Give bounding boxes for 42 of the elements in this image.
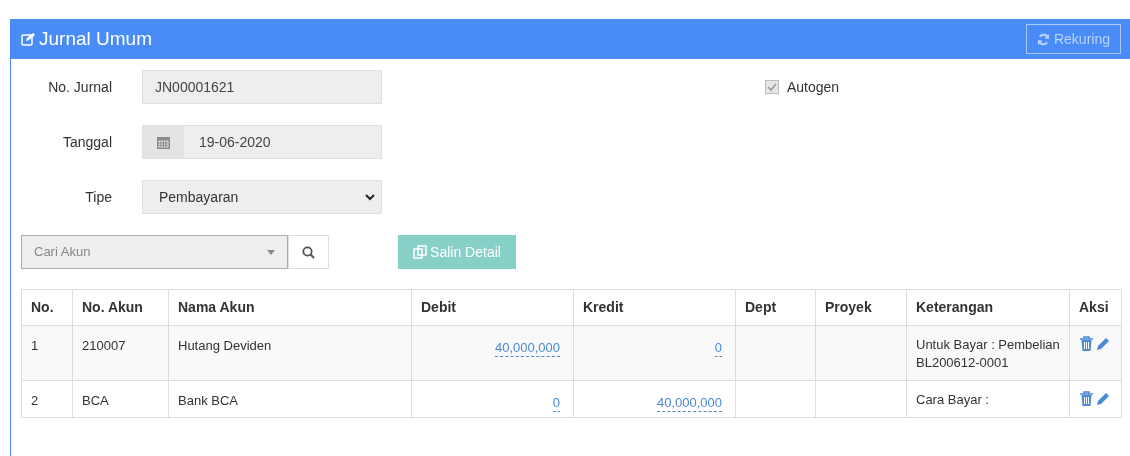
field-label: No. Jurnal — [47, 77, 112, 97]
column-header: No. — [21, 289, 73, 326]
column-header: Keterangan — [906, 289, 1070, 326]
table-cell: Hutang Deviden — [168, 325, 412, 381]
autogen-label: Autogen — [787, 77, 840, 97]
column-header: No. Akun — [72, 289, 169, 326]
field-label: Tanggal — [61, 132, 112, 152]
column-header: Proyek — [815, 289, 907, 326]
type-select[interactable]: Pembayaran — [142, 180, 382, 214]
credit-amount-link[interactable]: 40,000,000 — [656, 395, 722, 412]
edit-icon[interactable] — [1096, 391, 1111, 406]
table-cell: Cara Bayar : — [906, 380, 1070, 418]
column-header: Aksi — [1069, 289, 1122, 326]
search-button[interactable] — [288, 235, 329, 269]
column-header: Dept — [735, 289, 816, 326]
table-cell: 1 — [21, 325, 73, 381]
date-field[interactable]: 19-06-2020 — [142, 125, 382, 159]
edit-icon — [21, 32, 35, 46]
debit-amount-link[interactable]: 40,000,000 — [494, 340, 560, 357]
table-cell: Untuk Bayar : Pembelian BL200612-0001 — [906, 325, 1070, 381]
credit-amount-link[interactable]: 0 — [714, 340, 722, 357]
copy-icon — [413, 245, 428, 259]
table-cell: BCA — [72, 380, 169, 418]
delete-icon[interactable] — [1079, 336, 1094, 351]
jurnal-number-field[interactable]: JN00001621 — [142, 70, 382, 104]
panel-title: Jurnal Umum — [39, 26, 152, 51]
calendar-icon — [157, 135, 170, 149]
chevron-down-icon — [365, 193, 375, 201]
column-header: Kredit — [573, 289, 736, 326]
account-select[interactable]: Cari Akun — [21, 235, 288, 269]
delete-icon[interactable] — [1079, 391, 1094, 406]
edit-icon[interactable] — [1096, 336, 1111, 351]
caret-icon — [267, 249, 275, 255]
table-cell: 210007 — [72, 325, 169, 381]
search-icon — [302, 245, 315, 259]
field-label: Tipe — [84, 187, 112, 207]
column-header: Debit — [411, 289, 574, 326]
table-cell: 2 — [21, 380, 73, 418]
column-header: Nama Akun — [168, 289, 412, 326]
debit-amount-link[interactable]: 0 — [552, 395, 560, 412]
table-cell: Bank BCA — [168, 380, 412, 418]
refresh-icon — [1036, 32, 1050, 46]
